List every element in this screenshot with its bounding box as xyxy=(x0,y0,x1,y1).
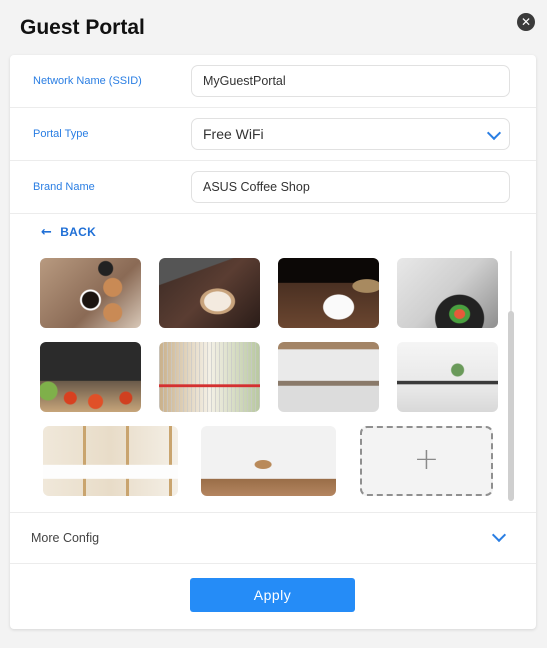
portal-type-select[interactable]: Free WiFi xyxy=(191,118,510,150)
portal-type-value: Free WiFi xyxy=(203,126,264,142)
portal-type-row: Portal Type Free WiFi xyxy=(10,108,536,161)
chevron-down-icon xyxy=(486,125,502,141)
chevron-down-icon xyxy=(491,527,507,543)
gallery-image-latte-art-cheers[interactable] xyxy=(40,258,141,328)
gallery-image-chef-plating-dish[interactable] xyxy=(397,258,498,328)
gallery-image-barista-pouring-latte[interactable] xyxy=(159,258,260,328)
gallery-image-spa-treatment-room[interactable] xyxy=(43,426,178,496)
add-image-button[interactable]: + xyxy=(360,426,493,496)
brand-name-row: Brand Name ASUS Coffee Shop xyxy=(10,161,536,214)
arrow-left-icon: ← xyxy=(41,225,53,240)
ssid-input[interactable]: MyGuestPortal xyxy=(191,65,510,97)
back-label: BACK xyxy=(60,225,97,239)
guest-portal-card: Network Name (SSID) MyGuestPortal Portal… xyxy=(10,55,536,629)
gallery-image-chef-seasoning-vegetables[interactable] xyxy=(40,342,141,412)
gallery-image-meeting-room[interactable] xyxy=(397,342,498,412)
more-config-label: More Config xyxy=(31,531,100,545)
gallery-scrollbar-thumb[interactable] xyxy=(508,311,514,501)
brand-name-input[interactable]: ASUS Coffee Shop xyxy=(191,171,510,203)
gallery-image-coffee-cup-beans[interactable] xyxy=(278,258,379,328)
back-button[interactable]: ← BACK xyxy=(41,225,96,240)
gallery-image-open-office[interactable] xyxy=(278,342,379,412)
apply-button[interactable]: Apply xyxy=(190,578,355,612)
ssid-row: Network Name (SSID) MyGuestPortal xyxy=(10,55,536,108)
dialog-title: Guest Portal xyxy=(20,16,145,39)
gallery-image-clinic-office[interactable] xyxy=(201,426,336,496)
more-config-toggle[interactable]: More Config xyxy=(10,512,536,564)
brand-name-label: Brand Name xyxy=(33,181,95,193)
gallery-image-supermarket-cart[interactable] xyxy=(159,342,260,412)
portal-type-label: Portal Type xyxy=(33,128,89,140)
close-icon[interactable]: ✕ xyxy=(517,13,535,31)
ssid-label: Network Name (SSID) xyxy=(33,75,142,87)
